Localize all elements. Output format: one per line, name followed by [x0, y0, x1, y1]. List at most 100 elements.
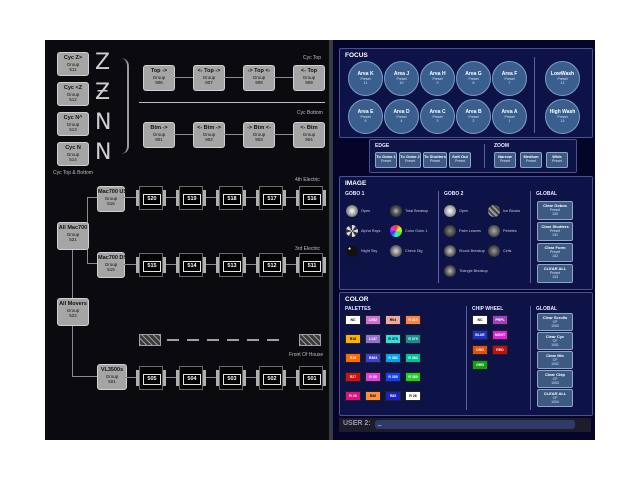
- preset-clear-cyc[interactable]: Clear Cyc CP 1001: [537, 332, 573, 350]
- chip-wheel-swatch[interactable]: MGNT: [492, 330, 508, 340]
- group-button-btm-in[interactable]: -> Btm <- Group 903: [243, 122, 275, 148]
- gobo-total-breakup-icon[interactable]: [390, 205, 402, 217]
- preset-area-c[interactable]: Area C Preset 3: [420, 99, 455, 134]
- preset-zoom-medium[interactable]: Medium Preset: [520, 152, 542, 168]
- group-button-mac700-ds[interactable]: Mac700 DS Group 515: [97, 252, 127, 278]
- color-palette-swatch[interactable]: R 26: [405, 391, 421, 401]
- preset-to-shutters[interactable]: To Shutters Preset: [423, 152, 447, 168]
- group-button-top-in[interactable]: -> Top <- Group 908: [243, 65, 275, 91]
- preset-soft-out[interactable]: Soft Out Preset: [449, 152, 471, 168]
- color-palette-swatch[interactable]: R 36: [365, 372, 381, 382]
- gobo-open-icon[interactable]: [346, 205, 358, 217]
- gobo-check-dig-icon[interactable]: [390, 245, 402, 257]
- command-line-input[interactable]: _: [375, 420, 575, 429]
- fixture[interactable]: 514: [176, 253, 206, 277]
- command-line[interactable]: USER 2: _: [339, 418, 591, 432]
- preset-zoom-wide[interactable]: Wide Preset: [546, 152, 568, 168]
- gobo-triangle-breakup-icon[interactable]: [444, 265, 456, 277]
- color-palette-swatch[interactable]: R85: [385, 391, 401, 401]
- fixture[interactable]: 512: [256, 253, 286, 277]
- group-button-btm-left[interactable]: <- Btm Group 904: [293, 122, 325, 148]
- preset-area-k[interactable]: Area K Preset 11: [348, 61, 383, 96]
- chip-wheel-swatch[interactable]: BLUE: [472, 330, 488, 340]
- preset-clear-all-image[interactable]: CLEAR ALL Preset 133: [537, 264, 573, 283]
- color-palette-swatch[interactable]: R18: [345, 334, 361, 344]
- color-palette-swatch[interactable]: R 380: [385, 353, 401, 363]
- chip-wheel-swatch[interactable]: PRPL: [492, 315, 508, 325]
- preset-area-a[interactable]: Area A Preset 1: [492, 99, 527, 134]
- group-button-top-out[interactable]: <- Top -> Group 907: [193, 65, 225, 91]
- chip-wheel-swatch[interactable]: RED: [492, 345, 508, 355]
- fixture[interactable]: 516: [296, 186, 326, 210]
- preset-area-b[interactable]: Area B Preset 2: [456, 99, 491, 134]
- preset-to-gobo-2[interactable]: To Gobo 2 Preset: [399, 152, 421, 168]
- fixture[interactable]: 501: [296, 366, 326, 390]
- fixture[interactable]: 513: [216, 253, 246, 277]
- gobo-alpha-rays-icon[interactable]: [346, 225, 358, 237]
- color-palette-swatch[interactable]: L137: [365, 334, 381, 344]
- preset-area-d[interactable]: Area D Preset 4: [384, 99, 419, 134]
- fixture[interactable]: 515: [136, 253, 166, 277]
- group-button-btm-out[interactable]: <- Btm -> Group 902: [193, 122, 225, 148]
- color-palette-swatch[interactable]: R 389: [405, 372, 421, 382]
- color-palette-swatch[interactable]: R40: [365, 391, 381, 401]
- fixture[interactable]: 503: [216, 366, 246, 390]
- preset-clear-scrolls[interactable]: Clear Scrolls CP 1000: [537, 313, 573, 331]
- gobo-pebbles-icon[interactable]: [488, 225, 500, 237]
- preset-to-gobo-1[interactable]: To Gobo 1 Preset: [375, 152, 397, 168]
- color-palette-swatch[interactable]: R 46: [345, 391, 361, 401]
- fixture[interactable]: 504: [176, 366, 206, 390]
- group-button-cyc-n[interactable]: Cyc N Group 514: [57, 142, 89, 166]
- color-palette-swatch[interactable]: R04: [385, 315, 401, 325]
- preset-high-wash[interactable]: High Wash Preset 13: [545, 99, 580, 134]
- preset-clear-all-color[interactable]: CLEAR ALL CP 1004: [537, 389, 573, 407]
- color-palette-swatch[interactable]: R27: [345, 372, 361, 382]
- gobo-open-icon[interactable]: [444, 205, 456, 217]
- group-button-cyc-z[interactable]: Cyc Z> Group 511: [57, 52, 89, 76]
- chip-wheel-swatch[interactable]: GRN: [472, 360, 488, 370]
- fixture[interactable]: 505: [136, 366, 166, 390]
- preset-clear-shutters[interactable]: Clear Shutters Preset 131: [537, 222, 573, 241]
- fixture[interactable]: 502: [256, 366, 286, 390]
- color-palette-swatch[interactable]: R363: [365, 353, 381, 363]
- chip-wheel-swatch[interactable]: ORG: [472, 345, 488, 355]
- color-palette-swatch[interactable]: NC: [345, 315, 361, 325]
- preset-clear-form[interactable]: Clear Form Preset 132: [537, 243, 573, 262]
- group-button-mac700-us[interactable]: Mac700 US Group 516: [97, 186, 127, 212]
- gobo-night-sky-icon[interactable]: [346, 245, 358, 257]
- gobo-palm-leaves-icon[interactable]: [444, 225, 456, 237]
- group-button-btm-right[interactable]: Btm -> Group 901: [143, 122, 175, 148]
- chip-wheel-swatch[interactable]: NC: [472, 315, 488, 325]
- gobo-ice-blocks-icon[interactable]: [488, 205, 500, 217]
- preset-clear-gobos[interactable]: Clear Gobos Preset 130: [537, 201, 573, 220]
- fixture[interactable]: 520: [136, 186, 166, 210]
- fixture[interactable]: 518: [216, 186, 246, 210]
- gobo-shock-breakup-icon[interactable]: [444, 245, 456, 257]
- group-button-top-left[interactable]: <- Top Group 909: [293, 65, 325, 91]
- color-palette-swatch[interactable]: R 373: [385, 334, 401, 344]
- group-button-all-mac700[interactable]: All Mac700 Group 521: [57, 222, 89, 250]
- group-button-vl3500s[interactable]: VL3500s Group 501: [97, 364, 127, 390]
- preset-low-wash[interactable]: LowWash Preset 12: [545, 61, 580, 96]
- preset-clear-mix[interactable]: Clear Mix CP 1002: [537, 351, 573, 369]
- preset-zoom-narrow[interactable]: Narrow Preset: [494, 152, 516, 168]
- gobo-color-icon[interactable]: [390, 225, 402, 237]
- color-palette-swatch[interactable]: R19: [345, 353, 361, 363]
- preset-area-e[interactable]: Area E Preset 5: [348, 99, 383, 134]
- preset-area-g[interactable]: Area G Preset 8: [456, 61, 491, 96]
- color-palette-swatch[interactable]: R 379: [405, 334, 421, 344]
- preset-area-h[interactable]: Area H Preset 9: [420, 61, 455, 96]
- preset-area-f[interactable]: Area F Preset 7: [492, 61, 527, 96]
- fixture[interactable]: 517: [256, 186, 286, 210]
- preset-area-j[interactable]: Area J Preset 10: [384, 61, 419, 96]
- fixture[interactable]: 511: [296, 253, 326, 277]
- group-button-cyc-rz[interactable]: Cyc <Z Group 512: [57, 82, 89, 106]
- color-palette-swatch[interactable]: R 385: [385, 372, 401, 382]
- group-button-all-movers[interactable]: All Movers Group 522: [57, 298, 89, 326]
- group-button-cyc-n-up[interactable]: Cyc N^ Group 513: [57, 112, 89, 136]
- color-palette-swatch[interactable]: R 319: [405, 315, 421, 325]
- gobo-cells-icon[interactable]: [488, 245, 500, 257]
- color-palette-swatch[interactable]: R 383: [405, 353, 421, 363]
- fixture[interactable]: 519: [176, 186, 206, 210]
- color-palette-swatch[interactable]: L052: [365, 315, 381, 325]
